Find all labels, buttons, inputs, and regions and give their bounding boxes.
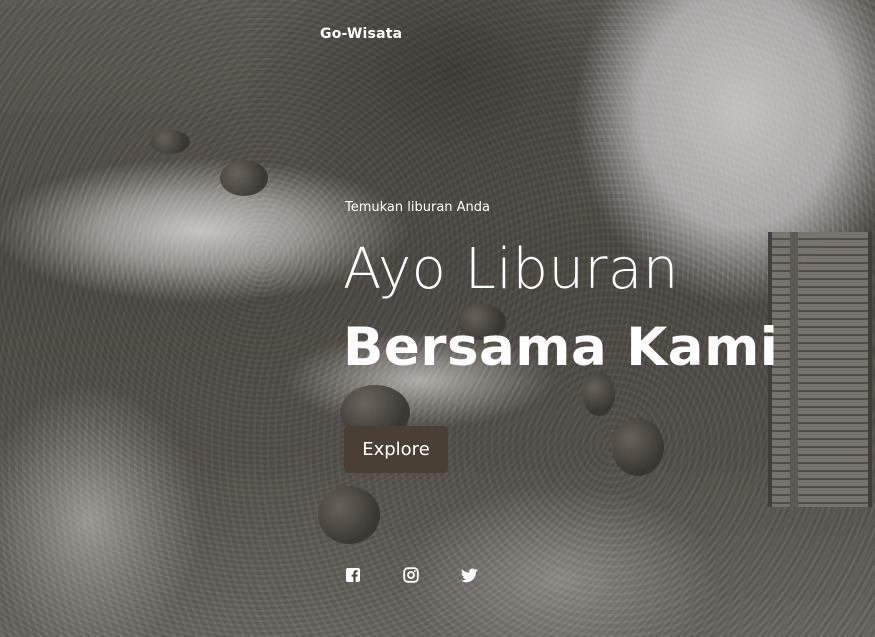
hero-headline-line2: Bersama Kami [343,317,779,378]
hero-headline-line1: Ayo Liburan [343,237,679,302]
instagram-icon[interactable] [402,566,420,584]
brand-logo[interactable]: Go-Wisata [320,26,402,42]
social-links [344,566,478,584]
hero-section: Go-Wisata Temukan liburan Anda Ayo Libur… [0,0,875,637]
twitter-icon[interactable] [460,566,478,584]
explore-button[interactable]: Explore [344,426,448,473]
facebook-icon[interactable] [344,566,362,584]
hero-tagline: Temukan liburan Anda [345,200,491,215]
